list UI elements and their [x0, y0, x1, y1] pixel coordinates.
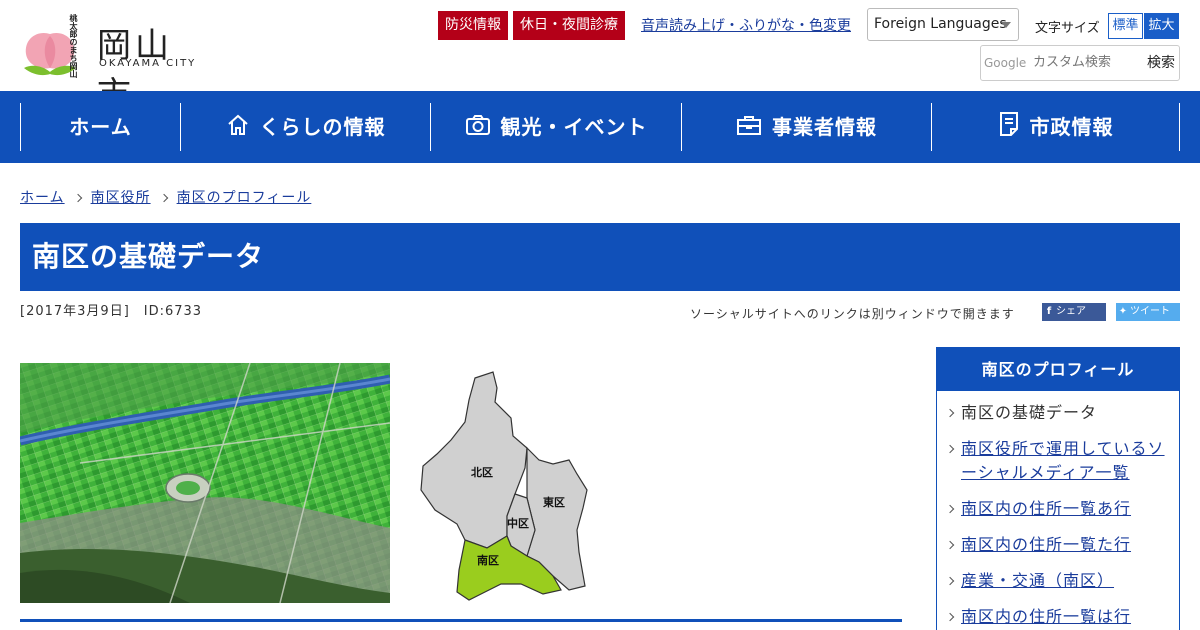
logo-tagline: 桃太郎のまち岡山 [69, 14, 78, 78]
map-label-naka: 中区 [507, 516, 529, 530]
camera-icon [465, 115, 490, 135]
logo-city-name-en: OKAYAMA CITY [99, 58, 197, 69]
nav-city-label: 市政情報 [1029, 115, 1114, 139]
sidebar-item-address-a[interactable]: 南区内の住所一覧あ行 [947, 497, 1179, 521]
sidebar-item-label: 南区の基礎データ [961, 403, 1098, 422]
sidebar-item-address-ta[interactable]: 南区内の住所一覧た行 [947, 533, 1179, 557]
site-header: 桃太郎のまち岡山 岡山市 OKAYAMA CITY 防災情報 休日・夜間診療 音… [0, 0, 1200, 115]
twitter-share-button[interactable]: ✦ ツイート [1116, 303, 1180, 321]
chevron-right-icon [73, 193, 82, 203]
font-size-standard-button[interactable]: 標準 [1108, 13, 1143, 39]
sidebar-item-label[interactable]: 産業・交通（南区） [961, 571, 1114, 590]
map-label-kita: 北区 [471, 465, 493, 479]
sidebar-item-industry[interactable]: 産業・交通（南区） [947, 569, 1179, 593]
briefcase-icon [737, 116, 761, 135]
aerial-photo [20, 363, 390, 603]
language-select-value: Foreign Languages [874, 16, 1007, 32]
facebook-share-button[interactable]: f シェア [1042, 303, 1106, 321]
house-icon [227, 114, 248, 135]
nav-tourism-label: 観光・イベント [500, 115, 648, 139]
nav-tourism[interactable]: 観光・イベント [430, 103, 681, 151]
font-size-large-button[interactable]: 拡大 [1144, 13, 1179, 39]
nav-life-label: くらしの情報 [259, 115, 386, 139]
breadcrumb-ward-profile[interactable]: 南区のプロフィール [177, 190, 312, 206]
facebook-icon: f [1046, 306, 1052, 317]
breadcrumb: ホーム 南区役所 南区のプロフィール [20, 187, 311, 207]
sidebar-item-label[interactable]: 南区役所で運用しているソーシャルメディア一覧 [961, 439, 1165, 482]
search-button[interactable]: 検索 [1147, 46, 1175, 80]
facebook-share-label: シェア [1056, 306, 1086, 317]
nav-home-label: ホーム [69, 115, 132, 139]
map-label-higashi: 東区 [543, 495, 565, 509]
nav-business-label: 事業者情報 [772, 115, 877, 139]
nav-life[interactable]: くらしの情報 [180, 103, 430, 151]
sidebar-item-address-ha[interactable]: 南区内の住所一覧は行 [947, 605, 1179, 629]
chevron-right-icon [159, 193, 168, 203]
breadcrumb-ward-office[interactable]: 南区役所 [91, 190, 151, 206]
nav-city[interactable]: 市政情報 [931, 103, 1180, 151]
section-divider [20, 619, 902, 622]
social-note: ソーシャルサイトへのリンクは別ウィンドウで開きます [690, 307, 1015, 321]
page-meta: [2017年3月9日] ID:6733 [20, 304, 203, 319]
disaster-info-button[interactable]: 防災情報 [438, 11, 508, 40]
site-logo[interactable]: 桃太郎のまち岡山 岡山市 OKAYAMA CITY [20, 12, 205, 115]
search-form: Google 検索 [980, 45, 1180, 81]
sidebar-item-social-media[interactable]: 南区役所で運用しているソーシャルメディア一覧 [947, 437, 1179, 485]
sidebar-title: 南区のプロフィール [937, 348, 1179, 391]
twitter-bird-icon: ✦ [1118, 306, 1128, 317]
page-title: 南区の基礎データ [20, 223, 1180, 291]
sidebar: 南区のプロフィール 南区の基礎データ 南区役所で運用しているソーシャルメディア一… [936, 347, 1180, 630]
accessibility-link[interactable]: 音声読み上げ・ふりがな・色変更 [641, 15, 851, 35]
ward-map: 北区 東区 中区 南区 [415, 370, 595, 605]
font-size-label: 文字サイズ [1035, 21, 1100, 36]
twitter-share-label: ツイート [1130, 306, 1170, 317]
sidebar-item-label[interactable]: 南区内の住所一覧あ行 [961, 499, 1131, 518]
breadcrumb-home[interactable]: ホーム [20, 190, 65, 206]
sidebar-list: 南区の基礎データ 南区役所で運用しているソーシャルメディア一覧 南区内の住所一覧… [937, 391, 1179, 629]
nav-home[interactable]: ホーム [20, 103, 180, 151]
sidebar-item-label[interactable]: 南区内の住所一覧は行 [961, 607, 1131, 626]
document-icon [999, 112, 1018, 136]
sidebar-item-label[interactable]: 南区内の住所一覧た行 [961, 535, 1131, 554]
sidebar-item-basic-data: 南区の基礎データ [947, 401, 1179, 425]
map-label-minami: 南区 [477, 553, 499, 567]
language-select[interactable]: Foreign Languages [867, 8, 1019, 41]
search-input[interactable] [1033, 46, 1135, 80]
holiday-clinic-button[interactable]: 休日・夜間診療 [513, 11, 625, 40]
search-brand: Google [984, 56, 1027, 70]
nav-business[interactable]: 事業者情報 [681, 103, 931, 151]
global-nav: ホーム くらしの情報 観光・イベント 事業者情報 市政情報 [0, 91, 1200, 163]
chevron-down-icon [1001, 22, 1011, 28]
